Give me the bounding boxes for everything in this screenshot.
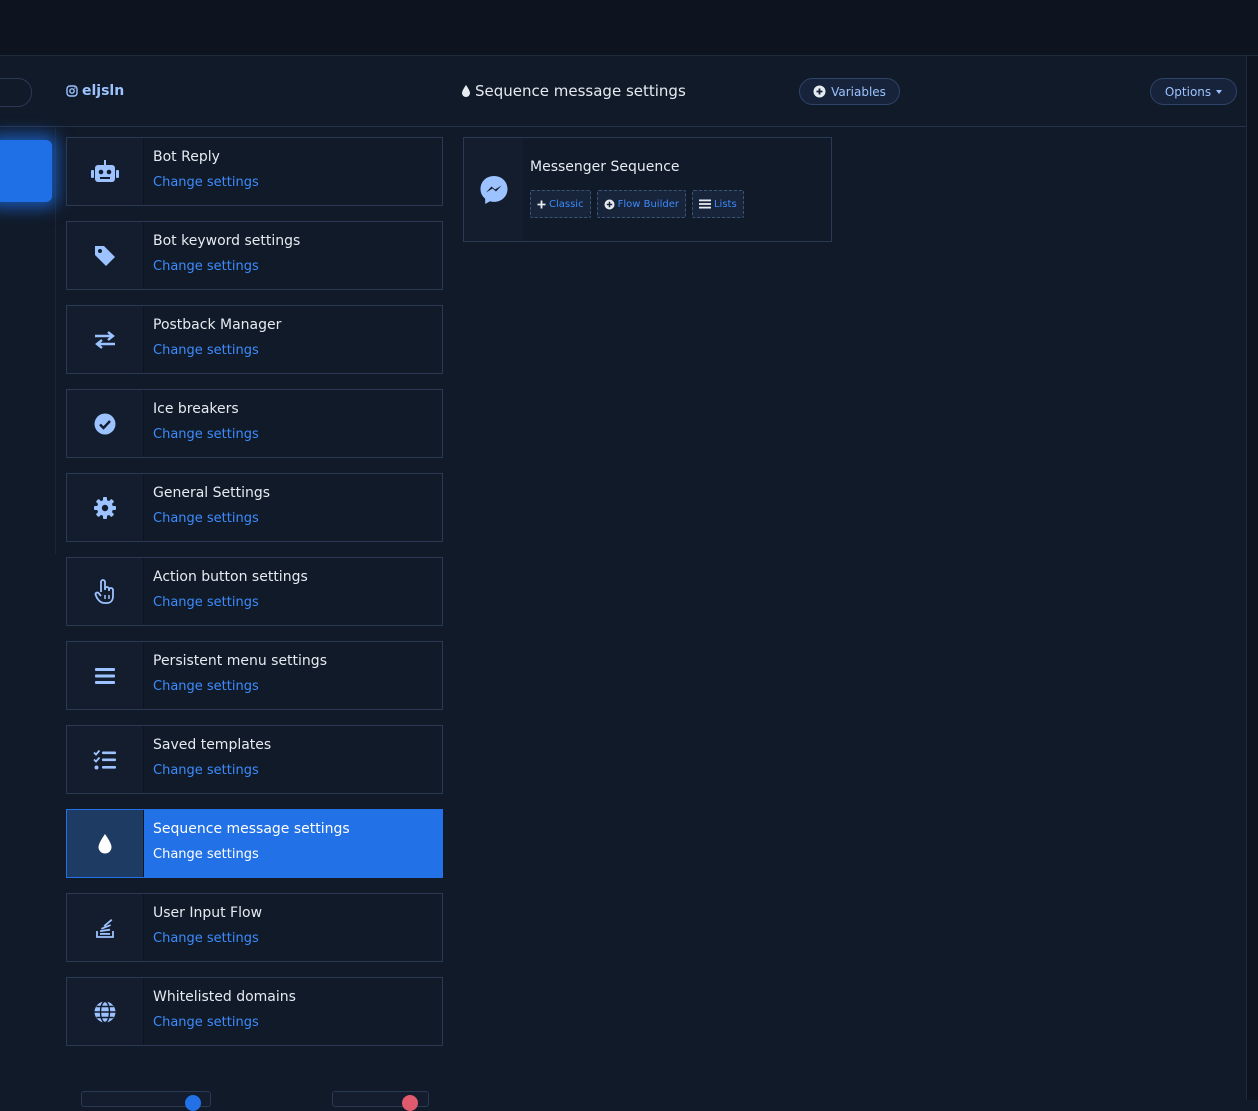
gear-icon bbox=[94, 496, 116, 519]
lists-label: Lists bbox=[713, 198, 737, 210]
change-settings-link[interactable]: Change settings bbox=[153, 175, 259, 190]
menu-item-title: Saved templates bbox=[153, 737, 272, 753]
menu-item-bot-reply[interactable]: Bot Reply Change settings bbox=[66, 137, 443, 206]
flow-builder-button[interactable]: Flow Builder bbox=[596, 190, 686, 218]
menu-item-saved-templates[interactable]: Saved templates Change settings bbox=[66, 725, 443, 794]
card-title: Messenger Sequence bbox=[530, 159, 680, 175]
menu-item-title: Whitelisted domains bbox=[153, 989, 296, 1005]
settings-menu: Bot Reply Change settings Bot keyword se… bbox=[66, 137, 443, 1061]
menu-item-title: Persistent menu settings bbox=[153, 653, 327, 669]
menu-item-title: Postback Manager bbox=[153, 317, 282, 333]
page-title-label: Sequence message settings bbox=[475, 82, 686, 100]
change-settings-link[interactable]: Change settings bbox=[153, 343, 281, 358]
menu-item-user-input-flow[interactable]: User Input Flow Change settings bbox=[66, 893, 443, 962]
plus-circle-icon bbox=[604, 199, 615, 209]
change-settings-link[interactable]: Change settings bbox=[153, 427, 259, 442]
list-icon bbox=[698, 199, 711, 209]
classic-button[interactable]: Classic bbox=[530, 190, 591, 218]
bottom-badge-blue bbox=[185, 1095, 201, 1111]
instagram-icon bbox=[66, 85, 78, 97]
menu-item-postback-manager[interactable]: Postback Manager Change settings bbox=[66, 305, 443, 374]
menu-item-sequence-message-settings[interactable]: Sequence message settings Change setting… bbox=[66, 809, 443, 878]
left-selected-item[interactable] bbox=[0, 140, 52, 202]
menu-item-general-settings[interactable]: General Settings Change settings bbox=[66, 473, 443, 542]
plus-circle-icon bbox=[813, 85, 826, 98]
change-settings-link[interactable]: Change settings bbox=[153, 931, 262, 946]
menu-item-whitelisted-domains[interactable]: Whitelisted domains Change settings bbox=[66, 977, 443, 1046]
options-label: Options bbox=[1164, 84, 1212, 99]
caret-down-icon bbox=[1216, 89, 1223, 94]
stack-icon bbox=[96, 918, 114, 938]
bottom-badge-red bbox=[402, 1095, 418, 1111]
droplet-icon bbox=[98, 833, 112, 853]
account-name[interactable]: eljsln bbox=[66, 83, 124, 99]
page-title: Sequence message settings bbox=[461, 82, 686, 100]
tag-icon bbox=[95, 245, 115, 266]
hand-pointer-icon bbox=[94, 578, 114, 604]
top-bar bbox=[0, 0, 1258, 56]
change-settings-link[interactable]: Change settings bbox=[153, 511, 270, 526]
menu-item-bot-keyword-settings[interactable]: Bot keyword settings Change settings bbox=[66, 221, 443, 290]
menu-item-persistent-menu-settings[interactable]: Persistent menu settings Change settings bbox=[66, 641, 443, 710]
change-settings-link[interactable]: Change settings bbox=[153, 847, 350, 862]
account-name-label: eljsln bbox=[82, 83, 125, 99]
messenger-sequence-card: Messenger Sequence Classic Flow Builder bbox=[463, 137, 832, 242]
droplet-icon bbox=[462, 85, 470, 97]
variables-button[interactable]: Variables bbox=[799, 78, 900, 105]
tasks-icon bbox=[93, 749, 116, 769]
flow-builder-label: Flow Builder bbox=[617, 198, 679, 210]
menu-item-title: Ice breakers bbox=[153, 401, 239, 417]
menu-item-title: Bot Reply bbox=[153, 149, 220, 165]
menu-item-title: Bot keyword settings bbox=[153, 233, 301, 249]
change-settings-link[interactable]: Change settings bbox=[153, 595, 308, 610]
messenger-icon bbox=[480, 175, 507, 204]
bars-icon bbox=[95, 667, 115, 684]
change-settings-link[interactable]: Change settings bbox=[153, 259, 300, 274]
menu-item-title: Sequence message settings bbox=[153, 821, 350, 837]
options-dropdown[interactable]: Options bbox=[1150, 78, 1237, 105]
menu-item-title: General Settings bbox=[153, 485, 271, 501]
classic-label: Classic bbox=[549, 198, 584, 210]
menu-item-action-button-settings[interactable]: Action button settings Change settings bbox=[66, 557, 443, 626]
menu-item-title: User Input Flow bbox=[153, 905, 263, 921]
lists-button[interactable]: Lists bbox=[691, 190, 744, 218]
menu-item-title: Action button settings bbox=[153, 569, 308, 585]
robot-icon bbox=[91, 159, 119, 182]
right-panel-edge bbox=[1246, 56, 1258, 1100]
change-settings-link[interactable]: Change settings bbox=[153, 1015, 296, 1030]
variables-label: Variables bbox=[831, 84, 886, 99]
globe-icon bbox=[94, 1000, 116, 1023]
plus-icon bbox=[537, 200, 546, 208]
exchange-icon bbox=[95, 330, 115, 349]
menu-item-ice-breakers[interactable]: Ice breakers Change settings bbox=[66, 389, 443, 458]
left-search-pill[interactable] bbox=[0, 78, 32, 107]
change-settings-link[interactable]: Change settings bbox=[153, 679, 327, 694]
change-settings-link[interactable]: Change settings bbox=[153, 763, 271, 778]
check-circle-icon bbox=[94, 413, 116, 434]
